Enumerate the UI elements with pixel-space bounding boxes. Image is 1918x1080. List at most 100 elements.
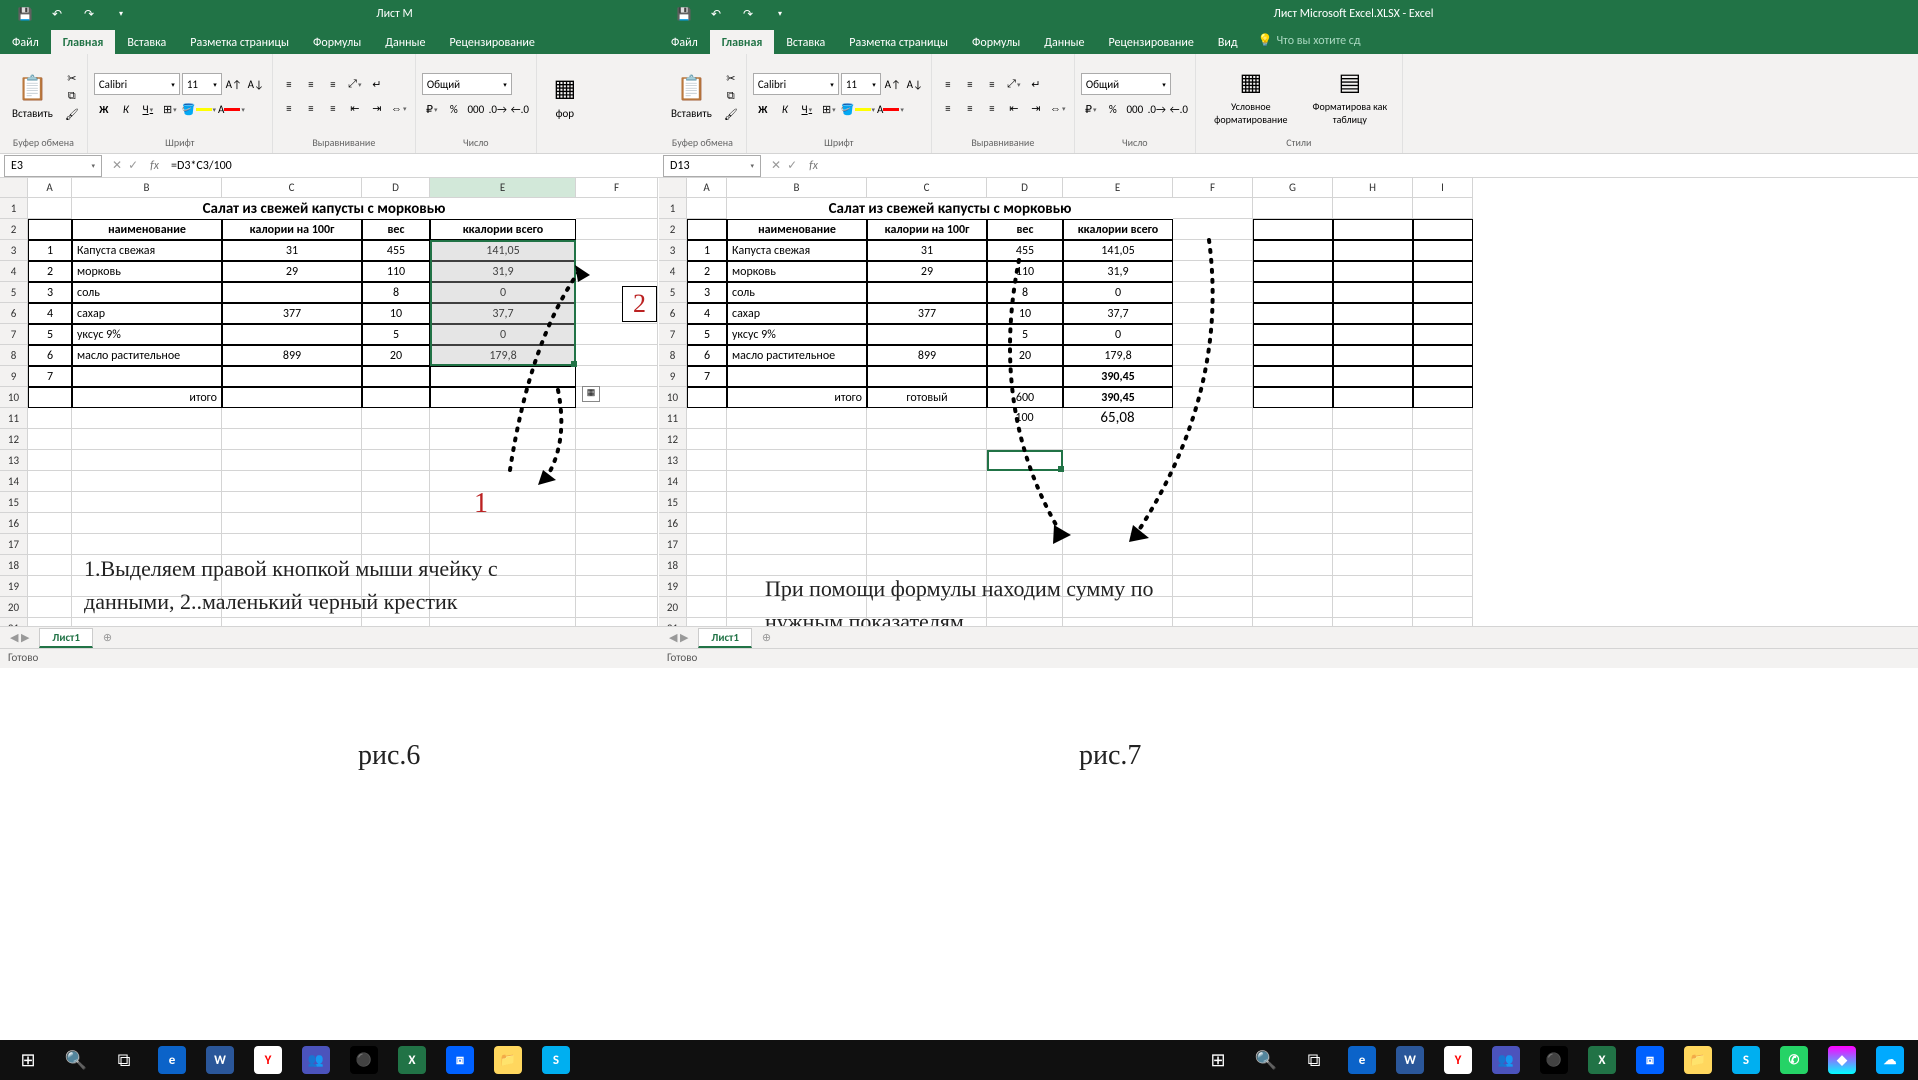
- shrink-font-icon[interactable]: A↓: [905, 74, 925, 94]
- align-right-icon[interactable]: ≡: [982, 98, 1002, 118]
- formula-input[interactable]: =D3*C3/100: [165, 159, 659, 173]
- row-header[interactable]: 17: [659, 534, 687, 555]
- dec-decimal-icon[interactable]: ←.0: [510, 99, 530, 119]
- tab-file[interactable]: Файл: [0, 30, 51, 54]
- row-header[interactable]: 2: [659, 219, 687, 240]
- edge-icon[interactable]: e: [1338, 1040, 1386, 1080]
- col-header[interactable]: G: [1253, 178, 1333, 198]
- indent-inc-icon[interactable]: ⇥: [1026, 98, 1046, 118]
- tab-layout[interactable]: Разметка страницы: [837, 30, 960, 54]
- tab-review[interactable]: Рецензирование: [1097, 30, 1206, 54]
- row-header[interactable]: 5: [0, 282, 28, 303]
- tab-insert[interactable]: Вставка: [774, 30, 837, 54]
- save-icon[interactable]: 💾: [16, 5, 34, 23]
- col-weight[interactable]: вес: [362, 219, 430, 240]
- tab-home[interactable]: Главная: [710, 30, 775, 54]
- add-sheet-icon[interactable]: ⊕: [93, 631, 122, 644]
- tab-data[interactable]: Данные: [373, 30, 437, 54]
- col-header[interactable]: D: [987, 178, 1063, 198]
- row-header[interactable]: 17: [0, 534, 28, 555]
- word-icon[interactable]: W: [196, 1040, 244, 1080]
- align-bottom-icon[interactable]: ≡: [982, 74, 1002, 94]
- merge-button[interactable]: ⇔: [1048, 98, 1068, 118]
- row-header[interactable]: 15: [659, 492, 687, 513]
- percent-icon[interactable]: %: [444, 99, 464, 119]
- inc-decimal-icon[interactable]: .0→: [488, 99, 508, 119]
- currency-icon[interactable]: ₽: [1081, 99, 1101, 119]
- row-header[interactable]: 3: [659, 240, 687, 261]
- cut-icon[interactable]: ✂: [63, 70, 81, 86]
- tab-layout[interactable]: Разметка страницы: [178, 30, 301, 54]
- word-icon[interactable]: W: [1386, 1040, 1434, 1080]
- teams-icon[interactable]: 👥: [1482, 1040, 1530, 1080]
- underline-button[interactable]: Ч: [797, 99, 817, 119]
- row-header[interactable]: 19: [0, 576, 28, 597]
- dropbox-icon[interactable]: ⧈: [436, 1040, 484, 1080]
- undo-icon[interactable]: ↶: [707, 5, 725, 23]
- tab-file[interactable]: Файл: [659, 30, 710, 54]
- merge-button[interactable]: ⇔: [389, 98, 409, 118]
- tab-data[interactable]: Данные: [1032, 30, 1096, 54]
- dropbox-icon[interactable]: ⧈: [1626, 1040, 1674, 1080]
- cancel-fx-icon[interactable]: ✕: [112, 158, 122, 173]
- redo-icon[interactable]: ↷: [80, 5, 98, 23]
- italic-button[interactable]: К: [775, 99, 795, 119]
- col-header[interactable]: F: [1173, 178, 1253, 198]
- taskview-icon[interactable]: ⧉: [1290, 1040, 1338, 1080]
- font-color-button[interactable]: A: [218, 99, 245, 119]
- confirm-fx-icon[interactable]: ✓: [787, 158, 797, 173]
- row-header[interactable]: 14: [659, 471, 687, 492]
- font-size-select[interactable]: 11▾: [182, 73, 222, 95]
- row-header[interactable]: 8: [659, 345, 687, 366]
- col-header[interactable]: B: [727, 178, 867, 198]
- qat-more-icon[interactable]: ▾: [771, 5, 789, 23]
- indent-dec-icon[interactable]: ⇤: [345, 98, 365, 118]
- row-header[interactable]: 7: [659, 324, 687, 345]
- indent-inc-icon[interactable]: ⇥: [367, 98, 387, 118]
- cell-name[interactable]: морковь: [72, 261, 222, 282]
- tab-view[interactable]: Вид: [1206, 30, 1250, 54]
- number-format-select[interactable]: Общий▾: [422, 73, 512, 95]
- comma-icon[interactable]: 000: [466, 99, 486, 119]
- autofill-options-icon[interactable]: ▦: [582, 386, 600, 402]
- add-sheet-icon[interactable]: ⊕: [752, 631, 781, 644]
- row-header[interactable]: 6: [0, 303, 28, 324]
- edge-icon[interactable]: e: [148, 1040, 196, 1080]
- bold-button[interactable]: Ж: [753, 99, 773, 119]
- cell-name[interactable]: уксус 9%: [72, 324, 222, 345]
- sheet-tab[interactable]: Лист1: [39, 628, 93, 648]
- align-middle-icon[interactable]: ≡: [960, 74, 980, 94]
- explorer-icon[interactable]: 📁: [484, 1040, 532, 1080]
- row-header[interactable]: 4: [659, 261, 687, 282]
- format-painter-icon[interactable]: 🖌: [63, 106, 81, 122]
- inc-decimal-icon[interactable]: .0→: [1147, 99, 1167, 119]
- align-left-icon[interactable]: ≡: [279, 98, 299, 118]
- truncated-button[interactable]: ▦ фор: [543, 71, 587, 122]
- undo-icon[interactable]: ↶: [48, 5, 66, 23]
- panda-icon[interactable]: ⚫: [1530, 1040, 1578, 1080]
- underline-button[interactable]: Ч: [138, 99, 158, 119]
- row-header[interactable]: 9: [659, 366, 687, 387]
- col-header[interactable]: E: [430, 178, 576, 198]
- start-button[interactable]: ⊞: [4, 1040, 52, 1080]
- align-left-icon[interactable]: ≡: [938, 98, 958, 118]
- align-middle-icon[interactable]: ≡: [301, 74, 321, 94]
- col-header[interactable]: E: [1063, 178, 1173, 198]
- row-header[interactable]: 12: [0, 429, 28, 450]
- row-header[interactable]: 6: [659, 303, 687, 324]
- currency-icon[interactable]: ₽: [422, 99, 442, 119]
- font-size-select[interactable]: 11▾: [841, 73, 881, 95]
- search-icon[interactable]: 🔍: [1242, 1040, 1290, 1080]
- row-header[interactable]: 10: [659, 387, 687, 408]
- sheet-nav-icon[interactable]: ◀ ▶: [0, 631, 39, 644]
- row-header[interactable]: 14: [0, 471, 28, 492]
- row-header[interactable]: 20: [0, 597, 28, 618]
- col-name[interactable]: наименование: [72, 219, 222, 240]
- name-box[interactable]: E3▾: [4, 155, 102, 177]
- copy-icon[interactable]: ⧉: [63, 88, 81, 104]
- col-cal[interactable]: калории на 100г: [222, 219, 362, 240]
- col-header[interactable]: A: [687, 178, 727, 198]
- taskview-icon[interactable]: ⧉: [100, 1040, 148, 1080]
- cell-name[interactable]: Капуста свежая: [72, 240, 222, 261]
- col-header[interactable]: D: [362, 178, 430, 198]
